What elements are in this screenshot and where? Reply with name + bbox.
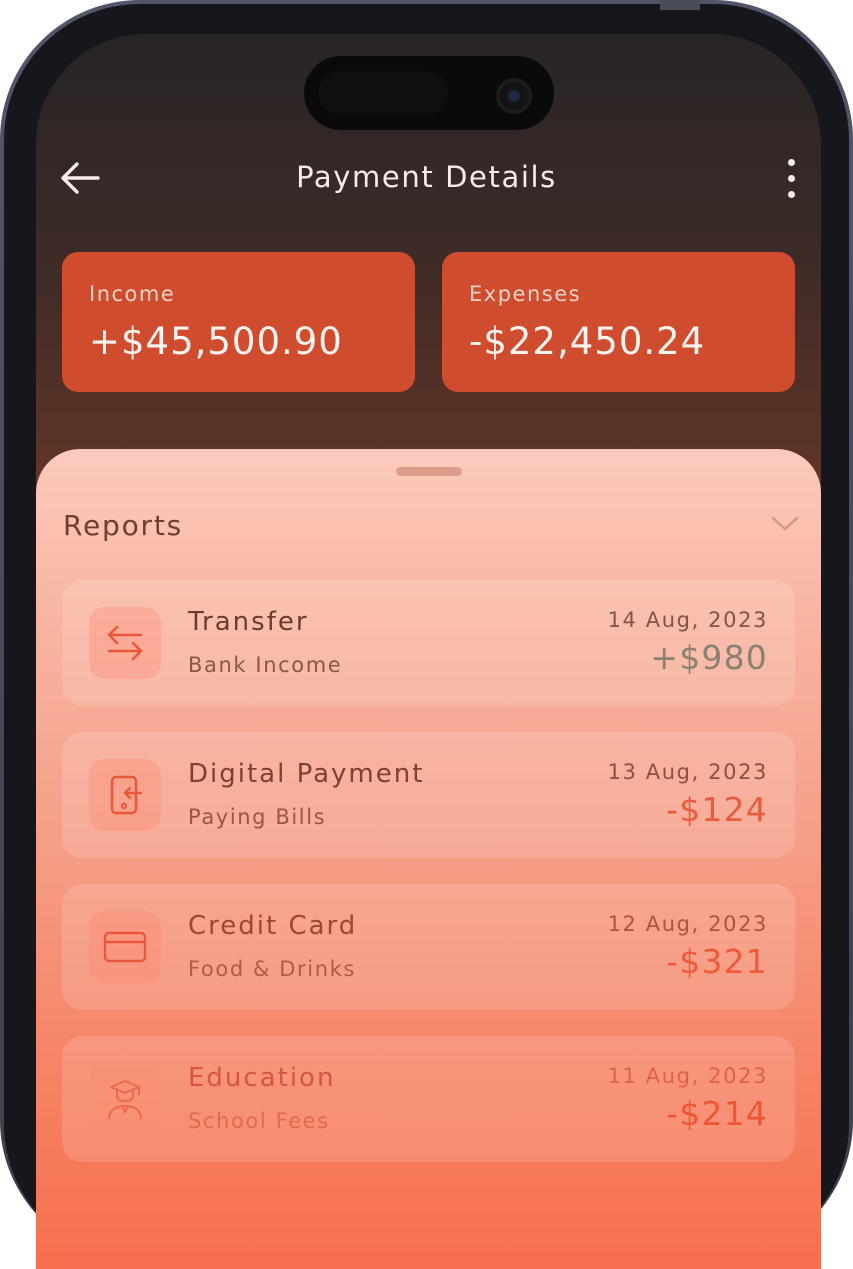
item-name: Education (188, 1063, 336, 1093)
item-category: School Fees (188, 1109, 330, 1133)
power-button (660, 0, 700, 10)
item-date: 13 Aug, 2023 (607, 760, 768, 784)
item-date: 14 Aug, 2023 (607, 608, 768, 632)
item-category: Food & Drinks (188, 957, 356, 981)
education-icon-box (89, 1063, 161, 1135)
item-name: Digital Payment (188, 759, 425, 789)
camera-icon (496, 78, 532, 114)
transfer-icon-box (89, 607, 161, 679)
digital-payment-icon-box (89, 759, 161, 831)
credit-card-icon (103, 931, 147, 963)
income-card[interactable]: Income +$45,500.90 (62, 252, 415, 392)
credit-card-icon-box (89, 911, 161, 983)
item-category: Paying Bills (188, 805, 327, 829)
income-amount: +$45,500.90 (89, 320, 343, 363)
sheet-drag-handle[interactable] (396, 467, 462, 476)
list-item[interactable]: Digital Payment Paying Bills 13 Aug, 202… (62, 732, 795, 858)
income-label: Income (89, 282, 176, 306)
expenses-card[interactable]: Expenses -$22,450.24 (442, 252, 795, 392)
item-amount: -$124 (666, 790, 768, 829)
island-sensor (318, 71, 448, 115)
chevron-down-icon (771, 516, 799, 531)
item-amount: +$980 (650, 638, 768, 677)
expenses-amount: -$22,450.24 (469, 320, 706, 363)
item-name: Transfer (188, 607, 309, 637)
reports-sheet: Reports Transfer Bank Income 14 Aug, 202… (36, 449, 821, 1269)
item-amount: -$214 (666, 1094, 768, 1133)
reports-title: Reports (63, 509, 184, 542)
item-date: 12 Aug, 2023 (607, 912, 768, 936)
item-amount: -$321 (666, 942, 768, 981)
list-item[interactable]: Transfer Bank Income 14 Aug, 2023 +$980 (62, 580, 795, 706)
more-dot (788, 191, 795, 198)
page-title: Payment Details (296, 160, 557, 194)
reports-collapse-button[interactable] (770, 513, 800, 533)
mobile-payment-icon (110, 775, 143, 815)
item-name: Credit Card (188, 911, 358, 941)
expenses-label: Expenses (469, 282, 582, 306)
list-item[interactable]: Education School Fees 11 Aug, 2023 -$214 (62, 1036, 795, 1162)
more-dot (788, 175, 795, 182)
transfer-arrows-icon (107, 625, 143, 661)
graduate-icon (108, 1080, 142, 1120)
more-vertical-icon (788, 159, 795, 166)
list-item[interactable]: Credit Card Food & Drinks 12 Aug, 2023 -… (62, 884, 795, 1010)
item-category: Bank Income (188, 653, 343, 677)
more-options-button[interactable] (776, 156, 808, 202)
item-date: 11 Aug, 2023 (607, 1064, 768, 1088)
